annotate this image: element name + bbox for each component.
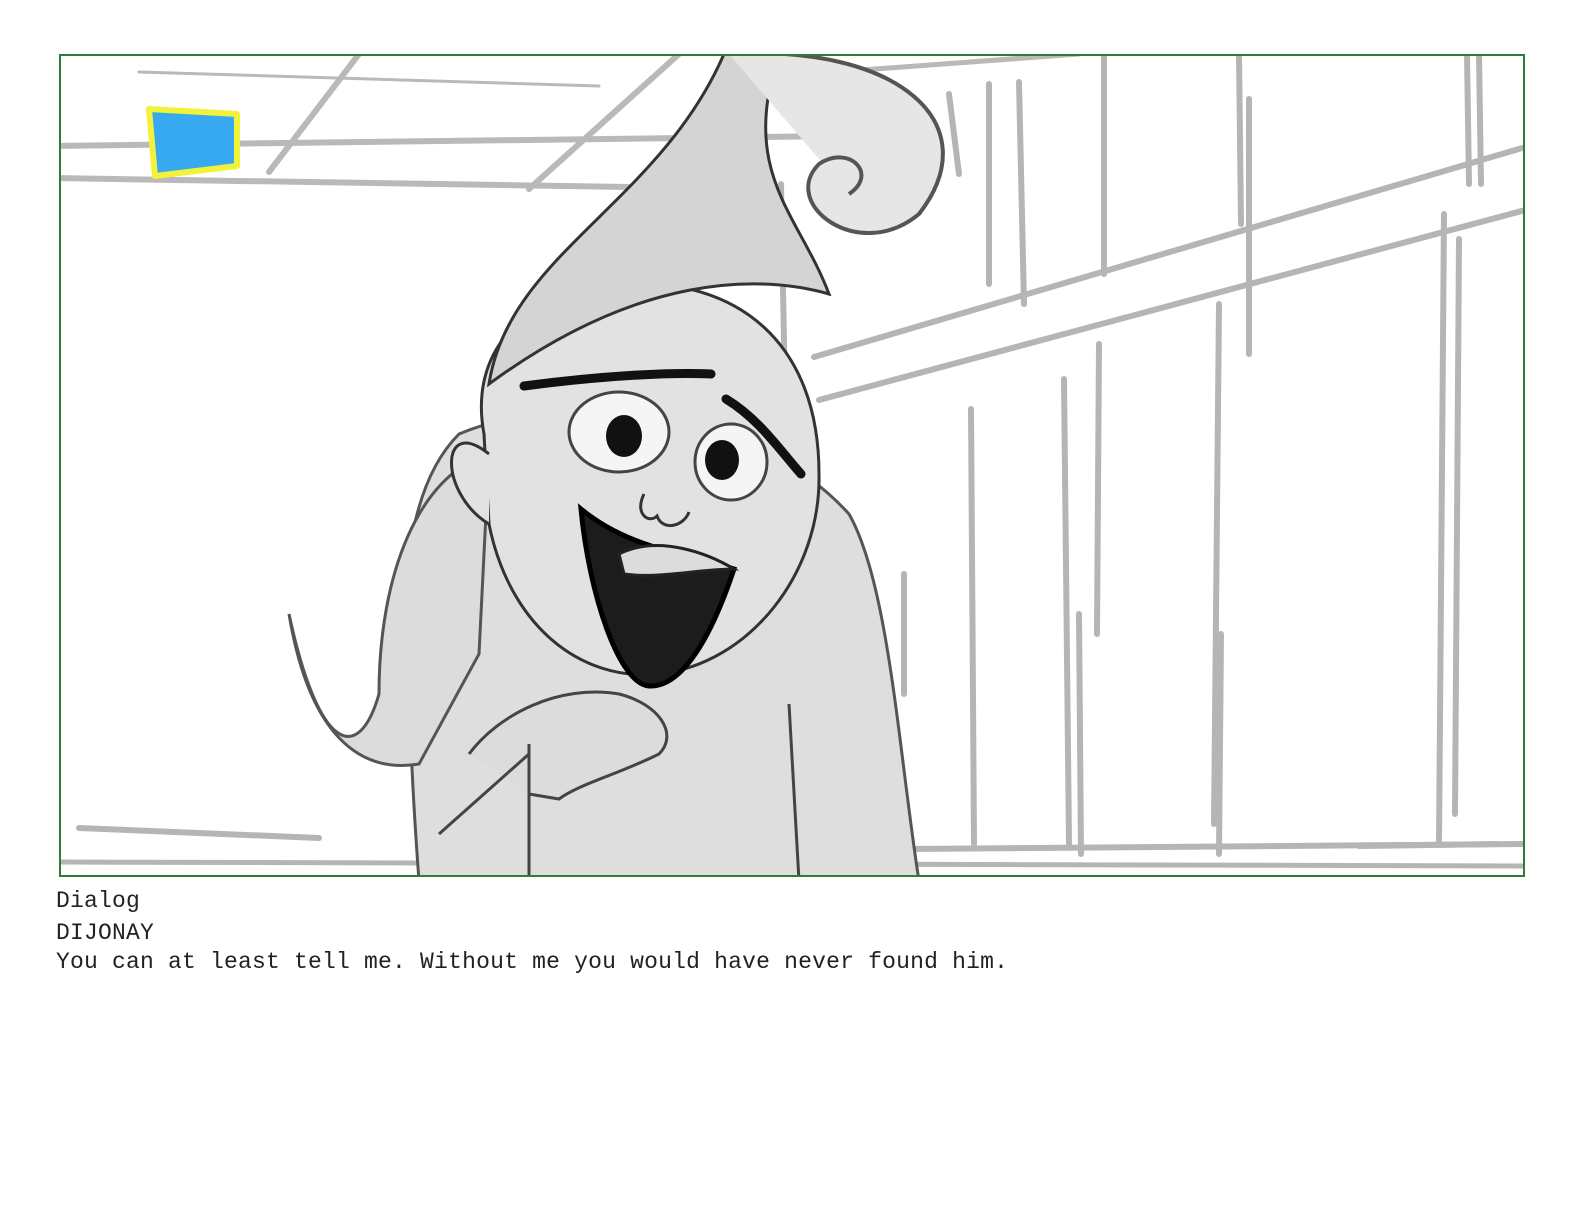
caption-character-name: DIJONAY <box>56 920 155 946</box>
storyboard-panel-frame <box>59 54 1525 877</box>
ceiling-light-marker <box>146 106 240 179</box>
character-dijonay-sketch <box>287 56 945 875</box>
storyboard-sketch <box>61 56 1523 875</box>
panel-caption: Dialog DIJONAY You can at least tell me.… <box>56 886 1516 976</box>
caption-dialog-line: You can at least tell me. Without me you… <box>56 949 1009 975</box>
caption-section-label: Dialog <box>56 888 141 914</box>
